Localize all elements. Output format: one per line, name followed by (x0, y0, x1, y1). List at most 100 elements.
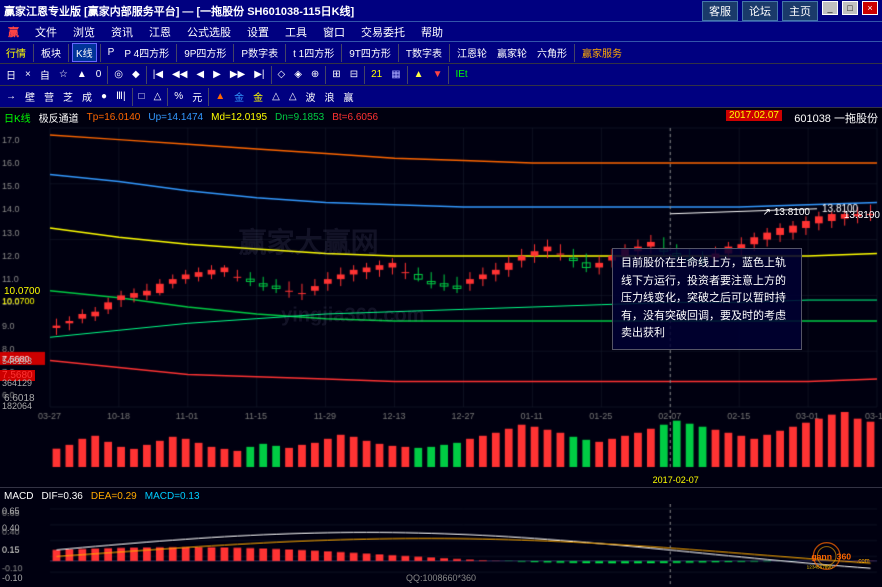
tb-g6[interactable]: 波 (302, 87, 320, 106)
tb-jianenlun[interactable]: 江恩轮 (453, 43, 491, 62)
menu-window[interactable]: 窗口 (319, 23, 349, 41)
menu-browse[interactable]: 浏览 (69, 23, 99, 41)
tb-service[interactable]: 赢家服务 (578, 43, 626, 62)
tb-sesame[interactable]: 芝 (59, 87, 77, 106)
param-md: Md=12.0195 (211, 112, 267, 123)
macd-y3: 0.15 (2, 545, 20, 555)
tb-g8[interactable]: 赢 (340, 87, 358, 106)
tb-nav1[interactable]: |◀ (149, 67, 167, 82)
toolbar2: 日 × 自 ☆ ▲ 0 ◎ ◆ |◀ ◀◀ ◀ ▶ ▶▶ ▶| ◇ ◈ ⊕ ⊞ … (0, 64, 882, 86)
tb-plus[interactable]: ⊕ (307, 67, 323, 82)
menu-file[interactable]: 文件 (31, 23, 61, 41)
price-mid: 10.0700 (4, 286, 40, 297)
tb-star[interactable]: ☆ (55, 67, 72, 82)
tb-frac[interactable]: % (170, 89, 187, 104)
tb-diamond3[interactable]: ◈ (290, 67, 306, 82)
tb-g2[interactable]: 金 (230, 87, 248, 106)
menu-formula[interactable]: 公式选股 (183, 23, 235, 41)
tb-g3[interactable]: 金 (249, 87, 267, 106)
tb-p[interactable]: P (104, 45, 119, 60)
tb-diamond[interactable]: ◆ (128, 67, 144, 82)
tb-t1sq[interactable]: t 1四方形 (289, 43, 338, 62)
sep12 (146, 66, 147, 84)
tb-triangle2[interactable]: △ (150, 89, 166, 104)
main-chart[interactable]: 日K线 极反通道 Tp=16.0140 Up=14.1474 Md=12.019… (0, 108, 882, 487)
sep14 (325, 66, 326, 84)
tb-pnum[interactable]: P数字表 (237, 43, 282, 62)
sep9 (449, 44, 450, 62)
tb-board[interactable]: 板块 (37, 43, 65, 62)
tb-cheng[interactable]: 成 (78, 87, 96, 106)
tb-9t4sq[interactable]: 9T四方形 (345, 43, 395, 62)
macd-y2: 0.40 (2, 523, 20, 533)
tb-nav6[interactable]: ▶| (250, 67, 268, 82)
menu-tools[interactable]: 工具 (281, 23, 311, 41)
menu-trade[interactable]: 交易委托 (357, 23, 409, 41)
tb-bar[interactable]: Ⅲ| (112, 89, 130, 104)
indicator-name: 极反通道 (39, 110, 79, 125)
menu-settings[interactable]: 设置 (243, 23, 273, 41)
annotation-box: 目前股价在生命线上方，蓝色上轨线下方运行，投资者要注意上方的压力线变化，突破之后… (612, 248, 802, 350)
maximize-button[interactable]: □ (842, 1, 858, 15)
tb-9p4sq[interactable]: 9P四方形 (180, 43, 230, 62)
top-right-buttons: 客服 论坛 主页 _ □ × (702, 1, 878, 21)
tb-zoom2[interactable]: ⊟ (346, 67, 362, 82)
param-dn: Dn=9.1853 (275, 112, 324, 123)
tb-nav3[interactable]: ◀ (192, 67, 208, 82)
sep6 (285, 44, 286, 62)
tb-zoom1[interactable]: ⊞ (328, 67, 344, 82)
current-price-arrow: ↗ 13.8100 (763, 207, 810, 218)
menu-help[interactable]: 帮助 (417, 23, 447, 41)
menu-info[interactable]: 资讯 (107, 23, 137, 41)
sep15 (364, 66, 365, 84)
menu-jianen[interactable]: 江恩 (145, 23, 175, 41)
home-button[interactable]: 主页 (782, 1, 818, 21)
tb-arrow[interactable]: → (2, 89, 20, 104)
sep13 (271, 66, 272, 84)
tb-signal2[interactable]: ▼ (429, 67, 447, 82)
tb-day[interactable]: 日 (2, 65, 20, 84)
close-button[interactable]: × (862, 1, 878, 15)
tb-circle[interactable]: ◎ (110, 67, 127, 82)
tb-chart-type[interactable]: ▦ (387, 67, 404, 82)
tb-quotes[interactable]: 行情 (2, 43, 30, 62)
param-tp: Tp=16.0140 (87, 112, 141, 123)
logo: gann 360 .com 1234567890 (790, 536, 870, 579)
tb-triangle[interactable]: ▲ (73, 67, 91, 82)
tb-hexagon[interactable]: 六角形 (533, 43, 571, 62)
tb-iet[interactable]: IEt (451, 67, 471, 82)
tb-g5[interactable]: △ (285, 89, 301, 104)
sep1 (33, 44, 34, 62)
customer-service-button[interactable]: 客服 (702, 1, 738, 21)
menu-ying[interactable]: 赢 (4, 23, 23, 41)
tb-zero[interactable]: 0 (92, 67, 106, 82)
tb-nav4[interactable]: ▶ (209, 67, 225, 82)
forum-button[interactable]: 论坛 (742, 1, 778, 21)
tb-yinglun[interactable]: 赢家轮 (493, 43, 531, 62)
toolbar3: → 壁 营 芝 成 ● Ⅲ| □ △ % 元 ▲ 金 金 △ △ 波 浪 赢 (0, 86, 882, 108)
tb-p4sq[interactable]: P 4四方形 (120, 43, 173, 62)
tb-dot[interactable]: ● (97, 89, 111, 104)
tb-tnum[interactable]: T数字表 (402, 43, 446, 62)
tb-cross[interactable]: × (21, 67, 35, 82)
chart-header: 日K线 极反通道 Tp=16.0140 Up=14.1474 Md=12.019… (0, 108, 882, 126)
tb-g1[interactable]: ▲ (211, 89, 229, 104)
sep21 (167, 88, 168, 106)
tb-g4[interactable]: △ (268, 89, 284, 104)
macd-dif: DIF=0.36 (41, 491, 82, 502)
macd-val: MACD=0.13 (145, 491, 200, 502)
tb-nav2[interactable]: ◀◀ (168, 67, 191, 82)
tb-wall[interactable]: 壁 (21, 87, 39, 106)
tb-square-outline[interactable]: □ (135, 89, 149, 104)
tb-g7[interactable]: 浪 (321, 87, 339, 106)
tb-diamond2[interactable]: ◇ (274, 67, 290, 82)
stock-name-display: 601038 一拖股份 (794, 110, 878, 126)
tb-kline[interactable]: K线 (72, 43, 97, 62)
tb-signal1[interactable]: ▲ (410, 67, 428, 82)
tb-n21[interactable]: 21 (367, 67, 386, 82)
minimize-button[interactable]: _ (822, 1, 838, 15)
tb-pct2[interactable]: 元 (188, 87, 206, 106)
tb-auto[interactable]: 自 (36, 65, 54, 84)
tb-camp[interactable]: 营 (40, 87, 58, 106)
tb-nav5[interactable]: ▶▶ (226, 67, 249, 82)
